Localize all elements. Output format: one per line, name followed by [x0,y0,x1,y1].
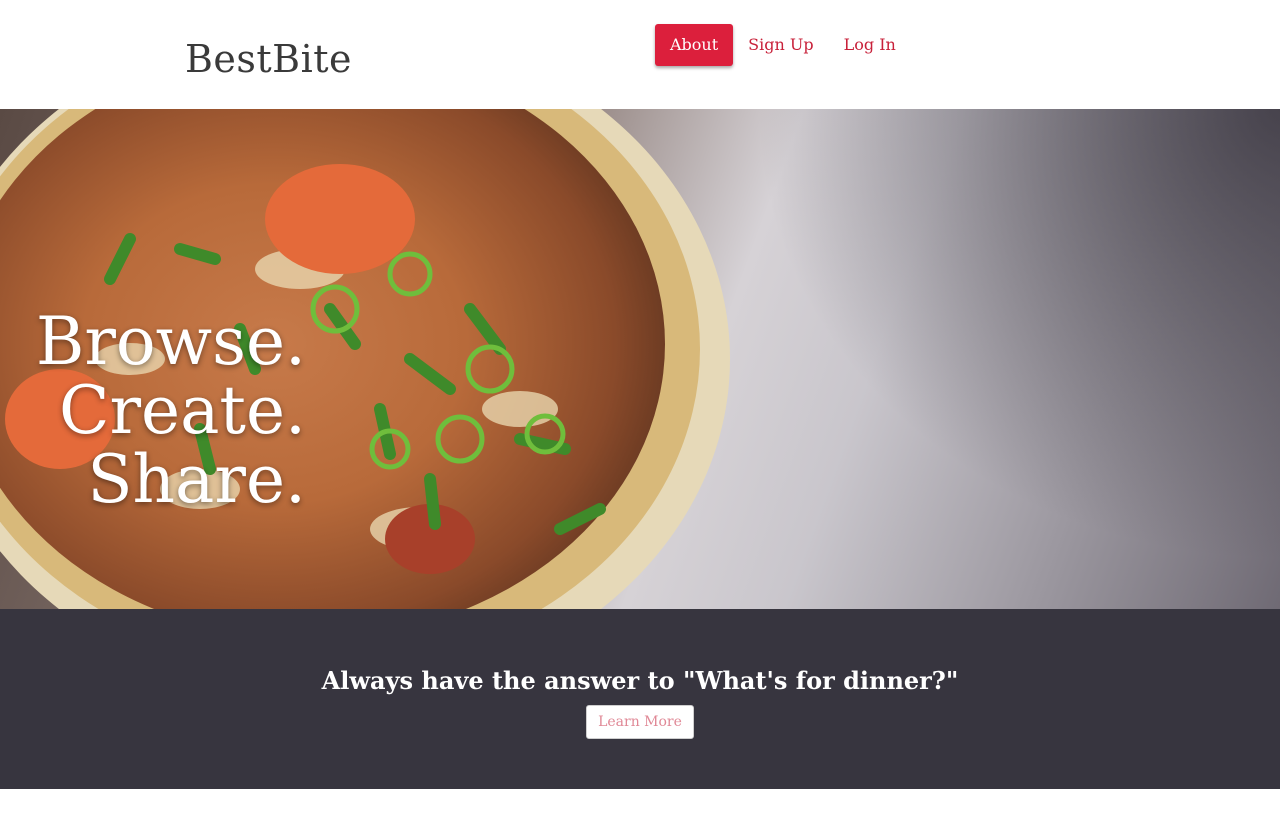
hero-line-create: Create. [58,372,306,449]
cta-title: Always have the answer to "What's for di… [321,666,959,695]
hero-line-share: Share. [87,441,306,518]
hero-line-browse: Browse. [35,303,306,380]
brand-logo[interactable]: BestBite [185,36,352,82]
learn-more-button[interactable]: Learn More [586,705,694,739]
nav-signup-link[interactable]: Sign Up [733,24,828,66]
navbar: BestBite About Sign Up Log In [0,0,1280,109]
nav-about-link[interactable]: About [655,24,734,66]
nav-menu: About Sign Up Log In [655,24,911,66]
cta-band: Always have the answer to "What's for di… [0,609,1280,789]
hero-banner: Browse. Create. Share. [0,109,1280,609]
hero-tagline: Browse. Create. Share. [0,307,306,514]
nav-login-link[interactable]: Log In [829,24,911,66]
